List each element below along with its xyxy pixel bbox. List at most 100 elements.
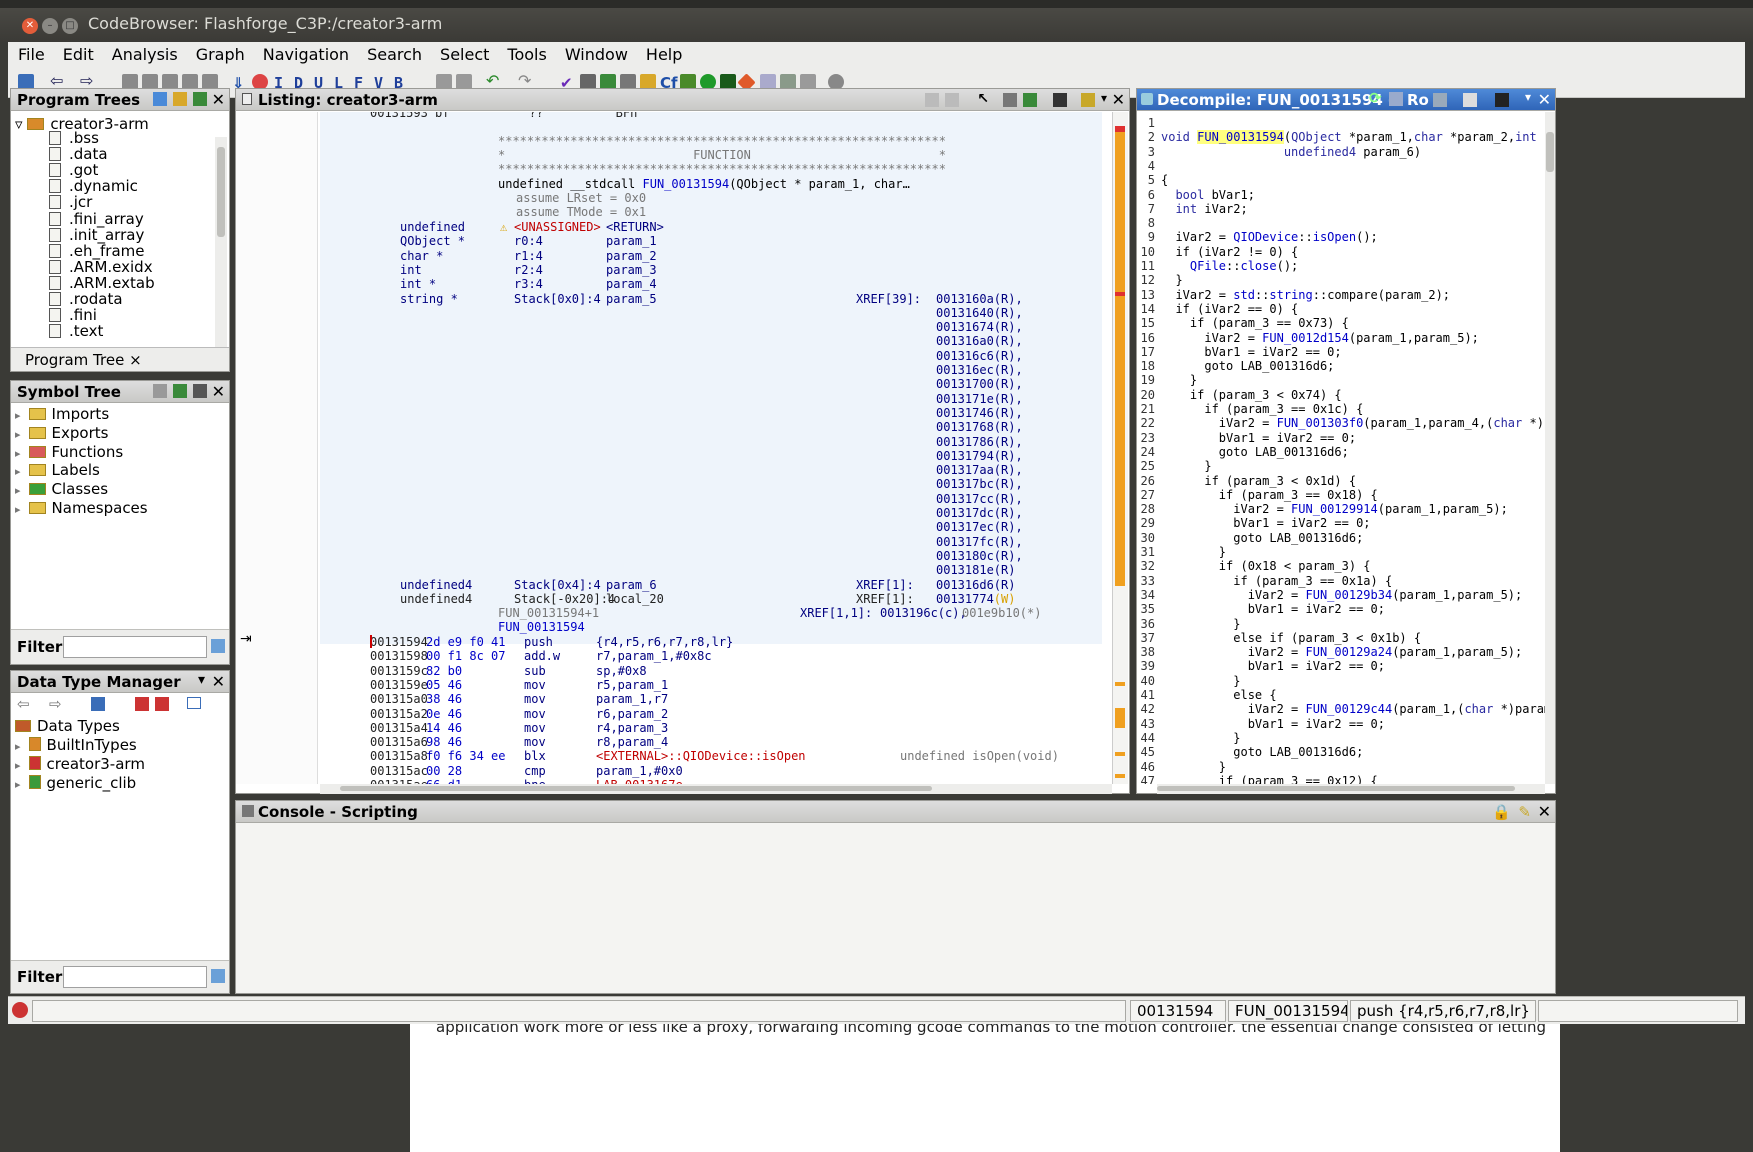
program-trees-scrollbar[interactable]: [215, 137, 227, 347]
cursor-icon[interactable]: ↖: [977, 91, 989, 107]
menu-graph[interactable]: Graph: [186, 42, 253, 64]
menu-help[interactable]: Help: [636, 42, 690, 64]
new-tree-icon[interactable]: [153, 92, 167, 106]
xref-entry[interactable]: 001317cc(R),: [936, 492, 1023, 506]
expand-icon[interactable]: ▸: [15, 778, 21, 791]
tree-action-icon[interactable]: [193, 92, 207, 106]
refresh-icon[interactable]: ⟳: [1369, 89, 1382, 107]
listing-menu-icon[interactable]: ▾: [1101, 91, 1107, 105]
xref-entry[interactable]: 0013160a(R),: [936, 292, 1023, 306]
signature-name[interactable]: FUN_00131594: [643, 177, 730, 191]
symbol-imports[interactable]: ▸ Imports: [15, 405, 109, 423]
xref-addr[interactable]: 00131774: [936, 592, 994, 606]
lock-icon[interactable]: 🔒: [1492, 803, 1511, 821]
snapshot-icon[interactable]: [1053, 93, 1067, 107]
menu-select[interactable]: Select: [430, 42, 497, 64]
dtm-expand-icon[interactable]: [91, 697, 105, 711]
dtm-back-icon[interactable]: ⇦: [17, 695, 30, 713]
xref-entry[interactable]: 001317aa(R),: [936, 463, 1023, 477]
edit-icon[interactable]: [1463, 93, 1477, 107]
symbol-namespaces[interactable]: ▸ Namespaces: [15, 499, 148, 517]
expand-icon[interactable]: ▸: [15, 465, 21, 478]
close-listing-icon[interactable]: ✕: [1112, 90, 1125, 109]
tree-section[interactable]: .text: [49, 322, 103, 340]
symbol-filter-input[interactable]: [63, 636, 207, 658]
snapshot-icon[interactable]: [193, 384, 207, 398]
xref-entry[interactable]: 00131768(R),: [936, 420, 1023, 434]
clear-icon[interactable]: ✎: [1518, 803, 1531, 821]
xref-entry[interactable]: 00131774(W): [936, 592, 1015, 606]
symbol-exports[interactable]: ▸ Exports: [15, 424, 108, 442]
listing-overview-bar[interactable]: [1112, 112, 1128, 784]
symbol-classes[interactable]: ▸ Classes: [15, 480, 108, 498]
dtm-filter2-icon[interactable]: [155, 697, 169, 711]
menu-search[interactable]: Search: [357, 42, 430, 64]
program-tree-tab[interactable]: Program Tree ×: [25, 351, 142, 369]
listing-code[interactable]: 00131593 bf ?? BFh **********************…: [320, 112, 1102, 784]
snapshot-icon[interactable]: [1495, 93, 1509, 107]
copy-icon[interactable]: [925, 93, 939, 107]
diff-icon[interactable]: [1023, 93, 1037, 107]
close-decompile-icon[interactable]: ✕: [1538, 90, 1551, 109]
symbol-functions[interactable]: ▸ Functions: [15, 443, 123, 461]
menu-window[interactable]: Window: [555, 42, 636, 64]
xref-entry[interactable]: 001316ec(R),: [936, 363, 1023, 377]
menu-navigation[interactable]: Navigation: [253, 42, 357, 64]
menu-tools[interactable]: Tools: [497, 42, 554, 64]
xref-entry[interactable]: 001317fc(R),: [936, 535, 1023, 549]
expand-icon[interactable]: ▸: [15, 409, 21, 422]
xref-entry[interactable]: 001317ec(R),: [936, 520, 1023, 534]
expand-icon[interactable]: ▸: [15, 740, 21, 753]
dtm-filter-options-icon[interactable]: [211, 969, 225, 983]
dtm-root[interactable]: Data Types: [15, 717, 120, 735]
graph-icon[interactable]: [1389, 92, 1403, 106]
xref-entry[interactable]: 00131746(R),: [936, 406, 1023, 420]
filter-options-icon[interactable]: [211, 639, 225, 653]
field-edit-icon[interactable]: [1003, 93, 1017, 107]
close-console-icon[interactable]: ✕: [1538, 802, 1551, 821]
window-minimize-icon[interactable]: –: [42, 18, 58, 34]
menu-edit[interactable]: Edit: [53, 42, 102, 64]
menu-analysis[interactable]: Analysis: [102, 42, 186, 64]
dtm-filter-icon[interactable]: [135, 697, 149, 711]
xref-entry[interactable]: 00131786(R),: [936, 435, 1023, 449]
xref-entry[interactable]: 00131674(R),: [936, 320, 1023, 334]
decompile-code[interactable]: 1 2 void FUN_00131594(QObject *param_1,cha…: [1137, 112, 1545, 784]
window-close-icon[interactable]: ✕: [22, 18, 38, 34]
xref-entry[interactable]: 001317dc(R),: [936, 506, 1023, 520]
symbol-action-icon[interactable]: [173, 384, 187, 398]
decompile-vscrollbar[interactable]: [1545, 112, 1555, 784]
symbol-labels[interactable]: ▸ Labels: [15, 461, 100, 479]
dtm-forward-icon[interactable]: ⇨: [49, 695, 62, 713]
close-dtm-icon[interactable]: ✕: [212, 672, 225, 691]
xref-entry[interactable]: 001316a0(R),: [936, 334, 1023, 348]
decompile-hscrollbar[interactable]: [1157, 784, 1545, 794]
window-maximize-icon[interactable]: □: [62, 18, 78, 34]
xref-entry[interactable]: 0013181e(R): [936, 563, 1015, 577]
dtm-menu-icon[interactable]: ▾: [198, 672, 205, 688]
paste-icon[interactable]: [945, 93, 959, 107]
dtm-archive[interactable]: ▸ creator3-arm: [15, 755, 145, 773]
open-tree-icon[interactable]: [173, 92, 187, 106]
close-symbol-tree-icon[interactable]: ✕: [212, 382, 225, 401]
expand-icon[interactable]: ▸: [15, 484, 21, 497]
xref-entry[interactable]: 0013171e(R),: [936, 392, 1023, 406]
symbol-create-icon[interactable]: [153, 384, 167, 398]
xref-entry[interactable]: 00131700(R),: [936, 377, 1023, 391]
xref-entry[interactable]: 00131794(R),: [936, 449, 1023, 463]
expand-icon[interactable]: ▸: [15, 447, 21, 460]
xref-entry[interactable]: 001316c6(R),: [936, 349, 1023, 363]
copy-icon[interactable]: [1433, 93, 1447, 107]
xref-entry[interactable]: 00131640(R),: [936, 306, 1023, 320]
dtm-archive[interactable]: ▸ BuiltInTypes: [15, 736, 137, 754]
expand-icon[interactable]: ▸: [15, 503, 21, 516]
dtm-archive[interactable]: ▸ generic_clib: [15, 774, 136, 792]
xref-entry[interactable]: 001317bc(R),: [936, 477, 1023, 491]
dtm-collapse-icon[interactable]: [187, 697, 201, 709]
collapse-icon[interactable]: ▿: [15, 115, 27, 133]
dtm-filter-input[interactable]: [63, 966, 207, 988]
expand-icon[interactable]: ▸: [15, 759, 21, 772]
options-icon[interactable]: [1081, 93, 1095, 107]
close-program-trees-icon[interactable]: ✕: [212, 90, 225, 109]
menu-file[interactable]: File: [8, 42, 53, 64]
